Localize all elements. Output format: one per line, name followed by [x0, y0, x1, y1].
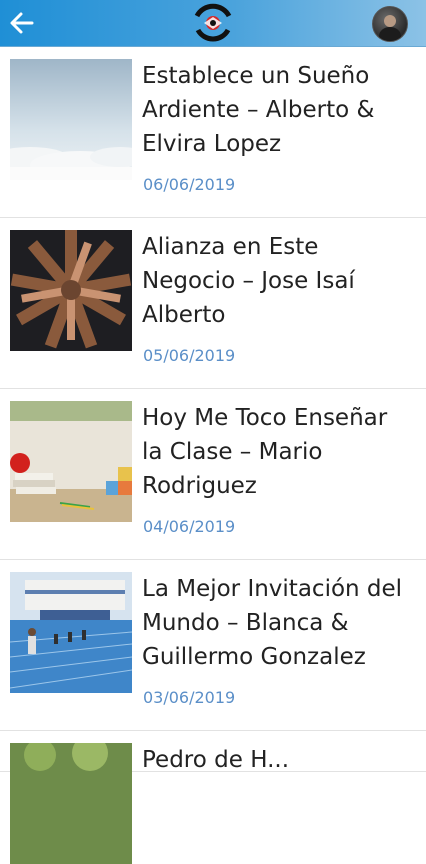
post-thumbnail-running-track [10, 572, 132, 693]
post-list: Establece un Sueño Ardiente – Alberto & … [0, 47, 426, 864]
post-title: Pedro de H... [142, 747, 290, 773]
post-title: Establece un Sueño Ardiente – Alberto & … [142, 63, 375, 157]
post-list-item[interactable]: Establece un Sueño Ardiente – Alberto & … [0, 47, 426, 218]
post-list-item[interactable]: Pedro de H... [0, 731, 426, 864]
post-thumbnail-hands [10, 230, 132, 351]
post-list-item[interactable]: La Mejor Invitación del Mundo – Blanca &… [0, 560, 426, 731]
app-header [0, 0, 426, 47]
post-date: 06/06/2019 [143, 175, 236, 194]
post-thumbnail-classroom [10, 401, 132, 522]
post-list-item[interactable]: Alianza en Este Negocio – Jose Isaí Albe… [0, 218, 426, 389]
vision-sin-limites-logo-icon [194, 3, 232, 42]
post-date: 04/06/2019 [143, 517, 236, 536]
post-thumbnail-clouds [10, 59, 132, 180]
post-list-item[interactable]: Hoy Me Toco Enseñar la Clase – Mario Rod… [0, 389, 426, 560]
user-avatar[interactable] [372, 6, 408, 42]
post-date: 05/06/2019 [143, 346, 236, 365]
post-title: Alianza en Este Negocio – Jose Isaí Albe… [142, 234, 355, 328]
post-title: La Mejor Invitación del Mundo – Blanca &… [142, 576, 403, 670]
post-title: Hoy Me Toco Enseñar la Clase – Mario Rod… [142, 405, 388, 499]
post-thumbnail-trees [10, 743, 132, 864]
post-date: 03/06/2019 [143, 688, 236, 707]
back-arrow-icon[interactable] [8, 9, 36, 37]
